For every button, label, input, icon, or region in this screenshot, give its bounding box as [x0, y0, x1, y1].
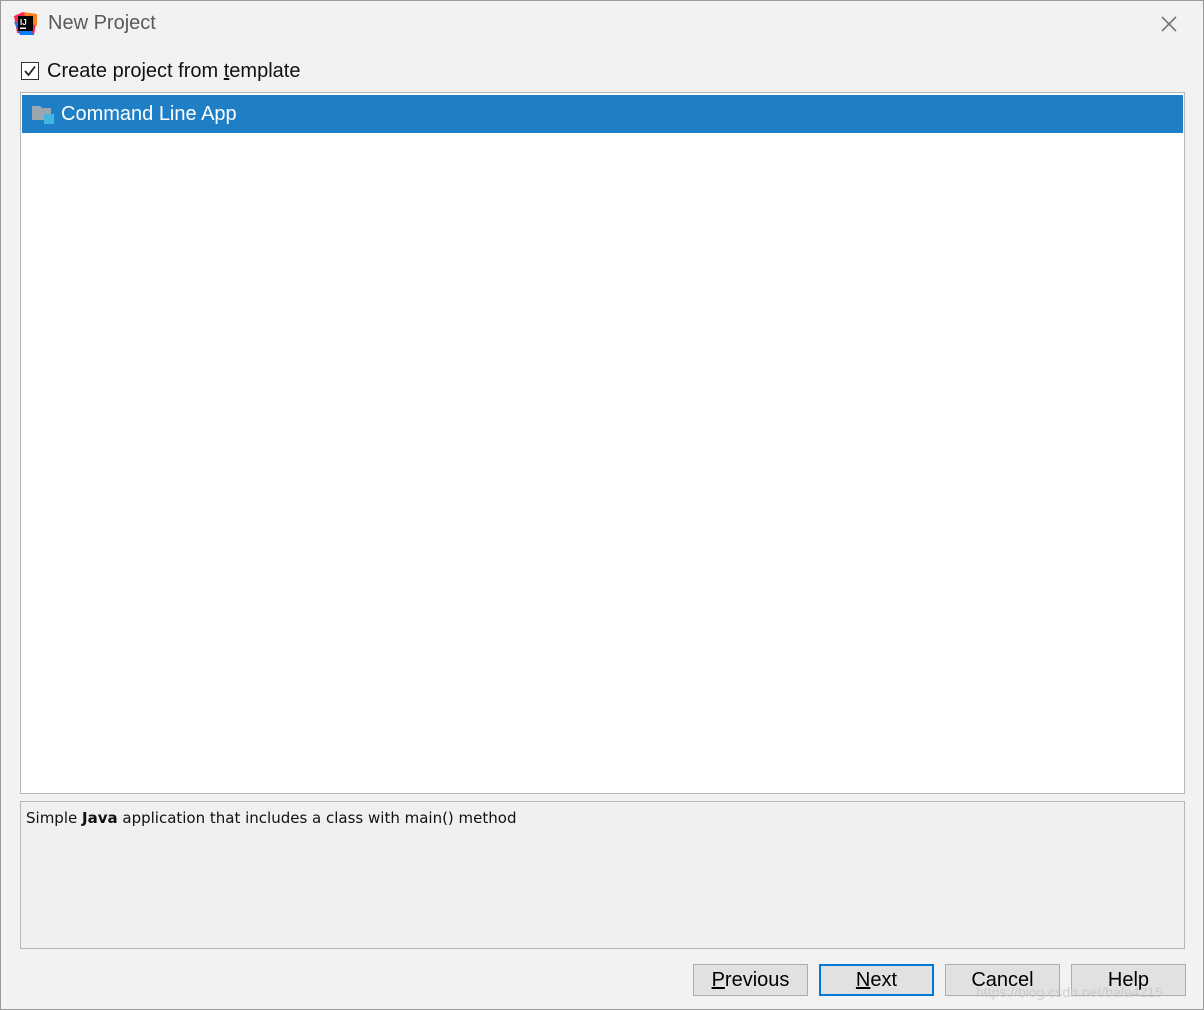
- checkbox-box[interactable]: [21, 62, 39, 80]
- intellij-app-icon: IJ: [14, 12, 37, 35]
- svg-text:IJ: IJ: [20, 18, 27, 27]
- previous-button[interactable]: Previous: [693, 964, 808, 996]
- title-bar: IJ New Project: [1, 1, 1203, 47]
- new-project-dialog: IJ New Project Create project from templ…: [0, 0, 1204, 1010]
- window-title: New Project: [48, 12, 156, 34]
- close-button[interactable]: [1153, 9, 1185, 39]
- checkmark-icon: [24, 65, 36, 77]
- checkbox-label: Create project from template: [47, 59, 301, 82]
- list-item-label: Command Line App: [61, 102, 237, 125]
- watermark: https://blog.csdn.net/bala4215: [976, 984, 1163, 1000]
- next-button[interactable]: Next: [819, 964, 934, 996]
- template-description: Simple Java application that includes a …: [20, 801, 1185, 949]
- template-list[interactable]: Command Line App: [20, 92, 1185, 794]
- list-item[interactable]: Command Line App: [22, 95, 1183, 133]
- close-icon: [1161, 16, 1177, 32]
- create-from-template-checkbox[interactable]: Create project from template: [21, 59, 300, 83]
- module-folder-icon: [31, 103, 55, 125]
